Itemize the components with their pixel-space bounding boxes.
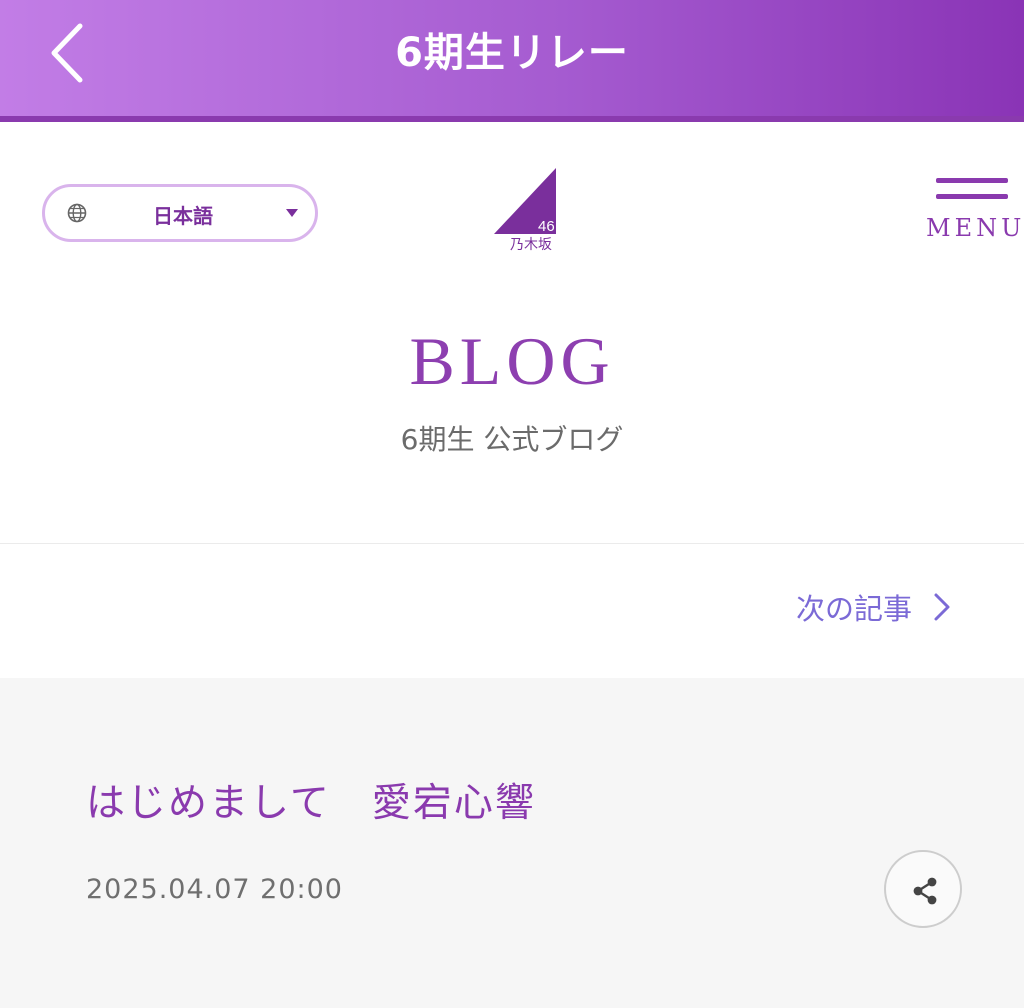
menu-line-bottom <box>936 194 1008 199</box>
nogizaka-logo[interactable]: 46 乃木坂 <box>490 166 560 252</box>
globe-icon <box>67 203 87 223</box>
menu-label: MENU <box>926 214 1024 242</box>
section-divider <box>0 543 1024 544</box>
back-icon[interactable] <box>44 20 104 86</box>
article-title: はじめまして 愛宕心響 <box>86 781 536 826</box>
blog-heading: BLOG <box>409 323 615 399</box>
site-header: 日本語 46 乃木坂 MENU <box>0 122 1024 282</box>
logo-number: 46 <box>538 218 555 235</box>
next-article-label: 次の記事 <box>796 592 913 626</box>
logo-name: 乃木坂 <box>510 237 552 252</box>
blog-subtitle: 6期生 公式ブログ <box>400 423 624 456</box>
caret-down-icon <box>286 209 298 217</box>
article-date: 2025.04.07 20:00 <box>86 874 343 905</box>
menu-line-top <box>936 178 1008 183</box>
next-article-link[interactable]: 次の記事 <box>796 585 952 629</box>
page-title: 6期生リレー <box>395 30 629 76</box>
chevron-right-icon <box>934 593 950 621</box>
top-bar: 6期生リレー <box>0 0 1024 116</box>
share-button[interactable] <box>884 850 962 928</box>
share-icon <box>913 877 937 905</box>
article-header: はじめまして 愛宕心響 2025.04.07 20:00 <box>0 678 1024 1008</box>
language-selector[interactable]: 日本語 <box>42 184 318 242</box>
menu-button[interactable]: MENU <box>924 174 1021 244</box>
language-label: 日本語 <box>153 204 213 228</box>
